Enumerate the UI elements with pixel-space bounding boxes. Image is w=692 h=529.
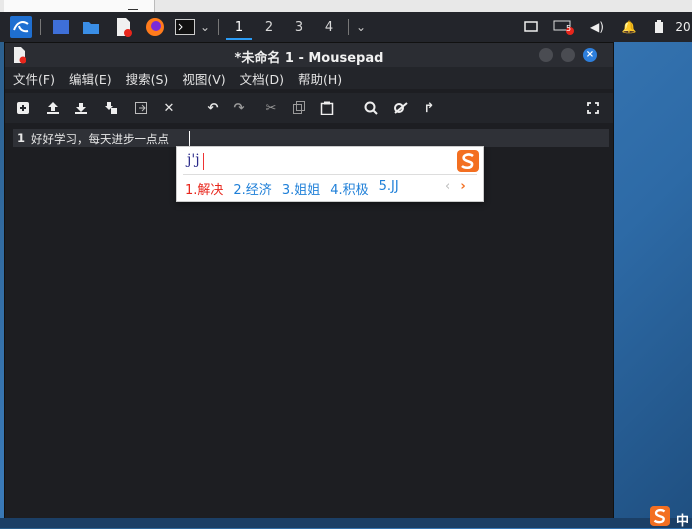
goto-icon[interactable]: ↱ bbox=[419, 98, 439, 118]
menu-file[interactable]: 文件(F) bbox=[5, 67, 61, 89]
menu-bar: 文件(F) 编辑(E) 搜索(S) 视图(V) 文档(D) 帮助(H) bbox=[5, 67, 613, 89]
open-icon[interactable] bbox=[43, 98, 63, 118]
menu-document[interactable]: 文档(D) bbox=[232, 67, 290, 89]
file-manager-icon[interactable] bbox=[80, 16, 102, 38]
fullscreen-icon[interactable] bbox=[583, 98, 603, 118]
ime-candidate-1[interactable]: 1.解决 bbox=[185, 179, 223, 198]
close-button[interactable]: × bbox=[583, 48, 597, 62]
save-as-icon[interactable] bbox=[101, 98, 121, 118]
undo-icon[interactable]: ↶ bbox=[203, 98, 223, 118]
menu-view[interactable]: 视图(V) bbox=[174, 67, 231, 89]
text-editor-icon[interactable] bbox=[112, 16, 134, 38]
replace-icon[interactable] bbox=[391, 98, 411, 118]
ime-pager: ‹ › bbox=[445, 179, 466, 194]
ime-candidate-2[interactable]: 2.经济 bbox=[233, 179, 271, 198]
top-window-strip bbox=[0, 0, 692, 12]
panel-separator bbox=[348, 19, 349, 35]
workspace-3[interactable]: 3 bbox=[286, 16, 312, 38]
ime-caret bbox=[203, 153, 204, 170]
menu-help[interactable]: 帮助(H) bbox=[290, 67, 348, 89]
text-caret bbox=[189, 131, 190, 146]
display-icon[interactable] bbox=[520, 16, 542, 38]
title-bar[interactable]: *未命名 1 - Mousepad × bbox=[5, 43, 613, 67]
panel-separator bbox=[218, 19, 219, 35]
chevron-down-icon[interactable]: ⌄ bbox=[198, 16, 212, 38]
copy-icon[interactable] bbox=[289, 98, 309, 118]
workspace-4[interactable]: 4 bbox=[316, 16, 342, 38]
clock[interactable]: 20 bbox=[674, 16, 692, 38]
minimize-button[interactable] bbox=[539, 48, 553, 62]
line-number: 1 bbox=[17, 131, 26, 145]
menu-search[interactable]: 搜索(S) bbox=[118, 67, 175, 89]
menu-edit[interactable]: 编辑(E) bbox=[61, 67, 118, 89]
bottom-panel-edge bbox=[0, 518, 692, 528]
volume-icon[interactable]: ◀) bbox=[586, 16, 608, 38]
ime-divider bbox=[183, 174, 477, 175]
keyboard-icon[interactable]: 5 bbox=[552, 16, 576, 38]
revert-icon[interactable] bbox=[131, 98, 151, 118]
panel-separator bbox=[40, 19, 41, 35]
line-text[interactable]: 好好学习，每天进步一点点 bbox=[31, 131, 169, 147]
chevron-down-icon[interactable]: ⌄ bbox=[354, 16, 368, 38]
find-icon[interactable] bbox=[361, 98, 381, 118]
ime-composition: j'j bbox=[187, 152, 200, 168]
ime-candidate-5[interactable]: 5.JJ bbox=[379, 179, 399, 198]
battery-icon[interactable] bbox=[648, 16, 670, 38]
show-desktop-icon[interactable] bbox=[50, 16, 72, 38]
ime-candidate-3[interactable]: 3.姐姐 bbox=[282, 179, 320, 198]
maximize-button[interactable] bbox=[561, 48, 575, 62]
toolbar: ✕ ↶ ↷ ✂ ↱ bbox=[5, 93, 613, 123]
redo-icon[interactable]: ↷ bbox=[229, 98, 249, 118]
close-tab-icon[interactable]: ✕ bbox=[159, 98, 179, 118]
keyboard-badge: 5 bbox=[566, 24, 572, 33]
kali-menu-icon[interactable] bbox=[8, 16, 34, 38]
ime-candidate-4[interactable]: 4.积极 bbox=[330, 179, 368, 198]
workspace-1[interactable]: 1 bbox=[226, 16, 252, 40]
window-title: *未命名 1 - Mousepad bbox=[234, 51, 384, 66]
ime-prev-page-icon[interactable]: ‹ bbox=[445, 179, 450, 194]
cut-icon[interactable]: ✂ bbox=[261, 98, 281, 118]
new-document-icon[interactable] bbox=[13, 98, 33, 118]
notification-bell-icon[interactable]: 🔔 bbox=[618, 16, 640, 38]
ime-language-indicator[interactable]: 中 bbox=[676, 510, 689, 529]
ime-candidate-window: j'j 1.解决 2.经济 3.姐姐 4.积极 5.JJ ‹ › bbox=[176, 146, 484, 202]
mousepad-window: *未命名 1 - Mousepad × 文件(F) 编辑(E) 搜索(S) 视图… bbox=[4, 42, 614, 522]
ime-next-page-icon[interactable]: › bbox=[460, 179, 465, 194]
terminal-icon[interactable] bbox=[174, 16, 196, 38]
background-window-tab[interactable] bbox=[4, 0, 155, 12]
sogou-logo-icon bbox=[457, 150, 479, 172]
ime-candidate-list: 1.解决 2.经济 3.姐姐 4.积极 5.JJ bbox=[185, 179, 409, 198]
paste-icon[interactable] bbox=[317, 98, 337, 118]
firefox-icon[interactable] bbox=[144, 16, 166, 38]
workspace-2[interactable]: 2 bbox=[256, 16, 282, 38]
sogou-tray-icon[interactable] bbox=[650, 506, 670, 526]
top-panel: ⌄ 1 2 3 4 ⌄ 5 ◀) 🔔 20 bbox=[0, 12, 692, 42]
save-icon[interactable] bbox=[71, 98, 91, 118]
